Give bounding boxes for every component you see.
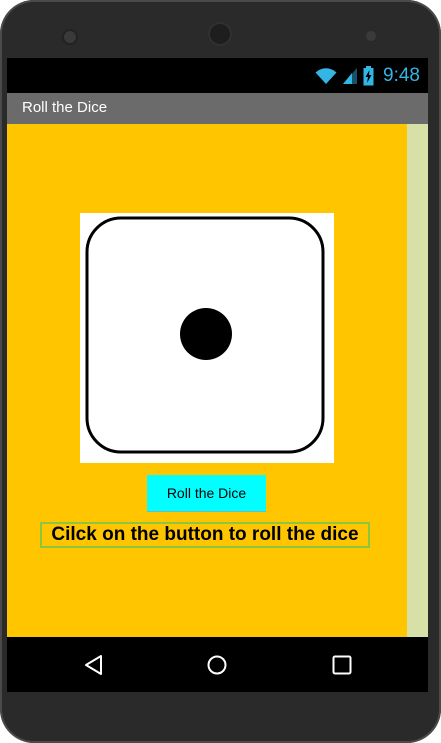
navigation-bar	[7, 637, 428, 692]
signal-icon	[342, 67, 358, 85]
status-bar: 9:48	[7, 58, 428, 93]
home-icon[interactable]	[205, 653, 229, 677]
recents-icon[interactable]	[330, 653, 354, 677]
status-clock: 9:48	[383, 65, 420, 86]
wifi-icon	[315, 67, 337, 85]
app-title: Roll the Dice	[22, 99, 108, 116]
phone-frame: 9:48 Roll the Dice Roll the Dice Cilck o…	[0, 0, 441, 743]
front-camera	[64, 31, 76, 43]
back-icon[interactable]	[82, 653, 106, 677]
dice-image	[80, 213, 334, 463]
roll-dice-button[interactable]: Roll the Dice	[147, 475, 266, 511]
dice-pip	[180, 308, 232, 360]
battery-charging-icon	[363, 66, 374, 86]
status-icons: 9:48	[315, 65, 420, 87]
proximity-sensor	[366, 31, 376, 41]
device-screen: 9:48 Roll the Dice Roll the Dice Cilck o…	[7, 58, 428, 692]
instruction-label: Cilck on the button to roll the dice	[40, 522, 370, 548]
app-content: Roll the Dice Cilck on the button to rol…	[7, 124, 407, 637]
earpiece-speaker	[210, 24, 230, 44]
scrollbar[interactable]	[407, 124, 428, 637]
app-title-bar: Roll the Dice	[7, 93, 428, 124]
